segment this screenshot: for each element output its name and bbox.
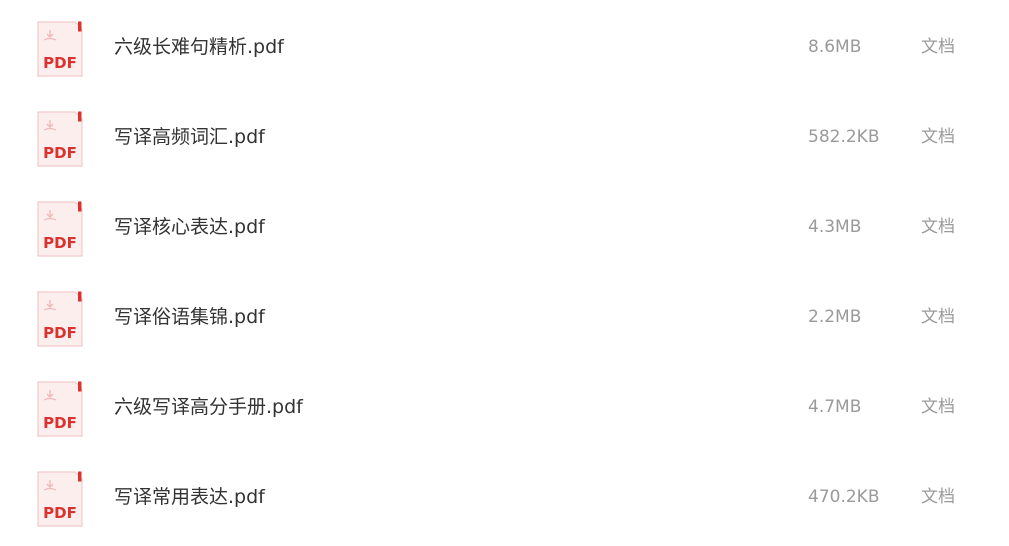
file-row[interactable]: PDF 写译常用表达.pdf 470.2KB 文档 [0, 452, 1009, 542]
file-type: 文档 [921, 397, 955, 417]
file-name: 六级写译高分手册.pdf [114, 396, 303, 418]
file-name: 写译高频词汇.pdf [114, 126, 265, 148]
pdf-file-icon: PDF [37, 291, 83, 347]
file-name: 写译俗语集锦.pdf [114, 306, 265, 328]
file-type: 文档 [921, 307, 955, 327]
file-size: 2.2MB [808, 307, 862, 327]
pdf-icon-label: PDF [43, 54, 77, 72]
file-size: 4.7MB [808, 397, 862, 417]
pdf-file-icon: PDF [37, 381, 83, 437]
pdf-file-icon: PDF [37, 201, 83, 257]
file-type: 文档 [921, 127, 955, 147]
file-row[interactable]: PDF 写译核心表达.pdf 4.3MB 文档 [0, 182, 1009, 272]
file-list: PDF 六级长难句精析.pdf 8.6MB 文档 PDF 写译高频词汇.pdf … [0, 0, 1009, 546]
file-size: 8.6MB [808, 37, 862, 57]
pdf-icon-label: PDF [43, 324, 77, 342]
file-name: 六级长难句精析.pdf [114, 36, 284, 58]
pdf-icon-label: PDF [43, 144, 77, 162]
file-row[interactable]: PDF 六级写译高分手册.pdf 4.7MB 文档 [0, 362, 1009, 452]
file-row[interactable]: PDF 六级长难句精析.pdf 8.6MB 文档 [0, 2, 1009, 92]
file-size: 582.2KB [808, 127, 880, 147]
file-size: 4.3MB [808, 217, 862, 237]
pdf-file-icon: PDF [37, 21, 83, 77]
pdf-icon-label: PDF [43, 234, 77, 252]
pdf-icon-label: PDF [43, 504, 77, 522]
file-type: 文档 [921, 217, 955, 237]
pdf-icon-label: PDF [43, 414, 77, 432]
file-row[interactable]: PDF 写译高频词汇.pdf 582.2KB 文档 [0, 92, 1009, 182]
file-row[interactable]: PDF 写译俗语集锦.pdf 2.2MB 文档 [0, 272, 1009, 362]
file-name: 写译核心表达.pdf [114, 216, 265, 238]
file-size: 470.2KB [808, 487, 880, 507]
pdf-file-icon: PDF [37, 471, 83, 527]
file-type: 文档 [921, 487, 955, 507]
file-type: 文档 [921, 37, 955, 57]
pdf-file-icon: PDF [37, 111, 83, 167]
file-name: 写译常用表达.pdf [114, 486, 265, 508]
